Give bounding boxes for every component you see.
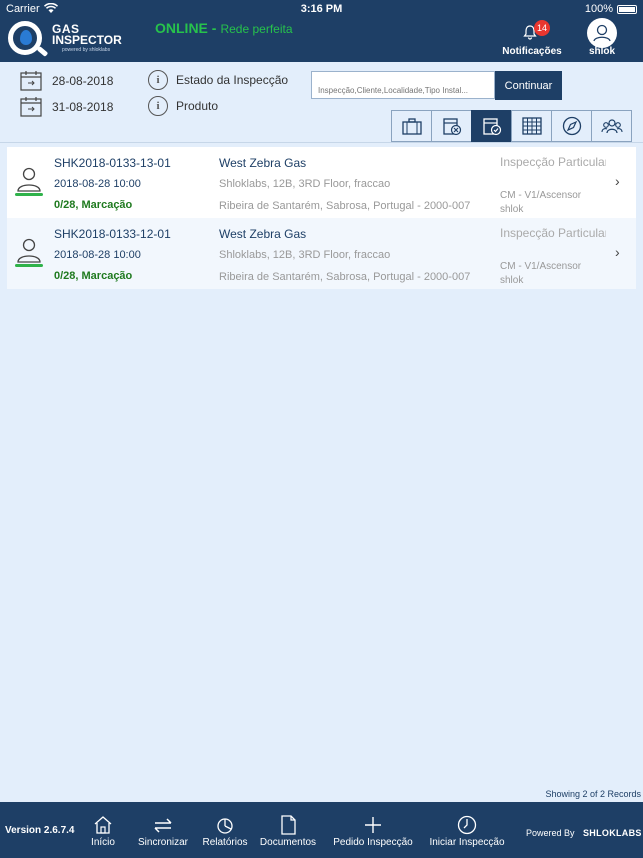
bottom-toolbar: Version 2.6.7.4 Início Sincronizar Relat… (0, 802, 643, 858)
battery-icon (617, 5, 637, 14)
nav-documents-label: Documentos (259, 837, 317, 848)
user-icon (17, 167, 41, 192)
view-mode-toolbar (391, 110, 639, 142)
nav-home-label: Início (91, 837, 115, 848)
equipment-model: CM - V1/Ascensor (500, 190, 582, 201)
owner-name: shlok (500, 204, 524, 215)
inspection-datetime: 2018-08-28 10:00 (54, 178, 141, 190)
owner-name: shlok (500, 275, 524, 286)
notification-count-badge: 14 (534, 20, 550, 36)
user-name: shlok (588, 46, 616, 57)
flame-icon (20, 30, 32, 45)
brand-name: SHLOKLABS (583, 828, 642, 838)
product-label: Produto (176, 99, 219, 113)
chevron-right-icon: › (615, 173, 620, 189)
inspection-code: SHK2018-0133-12-01 (54, 227, 171, 241)
client-name: West Zebra Gas (219, 156, 307, 170)
scheduled-view-button[interactable] (471, 110, 512, 142)
inspection-state-label: Estado da Inspecção (176, 73, 289, 87)
grid-icon (521, 117, 542, 135)
inspection-code: SHK2018-0133-13-01 (54, 156, 171, 170)
continue-button[interactable]: Continuar (495, 71, 562, 100)
inspection-status: 0/28, Marcação (54, 199, 133, 211)
nav-start-inspection-button[interactable]: Iniciar Inspecção (424, 802, 510, 858)
filter-panel: 28-08-2018 31-08-2018 i Estado da Inspec… (0, 62, 643, 142)
address-line-2: Ribeira de Santarém, Sabrosa, Portugal -… (219, 271, 471, 283)
client-name: West Zebra Gas (219, 227, 307, 241)
nav-reports-label: Relatórios (202, 837, 248, 848)
user-profile-button[interactable]: shlok (584, 18, 620, 60)
logo-text-inspector: INSPECTOR (52, 33, 122, 47)
status-indicator-bar (15, 264, 43, 267)
clock: 3:16 PM (300, 3, 343, 15)
plus-icon (365, 817, 381, 833)
avatar (587, 18, 617, 48)
inspection-type: Inspecção Particular (500, 155, 606, 169)
search-input[interactable] (311, 71, 495, 99)
user-icon (17, 238, 41, 263)
calendar-check-icon (482, 118, 501, 136)
status-bar: Carrier 3:16 PM 100% (0, 0, 643, 18)
chevron-right-icon: › (615, 244, 620, 260)
filter-divider (0, 142, 643, 143)
nav-start-inspection-label: Iniciar Inspecção (429, 837, 505, 848)
pie-chart-icon (217, 818, 233, 834)
online-label: ONLINE - (155, 20, 217, 36)
inspection-datetime: 2018-08-28 10:00 (54, 249, 141, 261)
calendar-icon (20, 97, 42, 117)
status-indicator-bar (15, 193, 43, 196)
sync-icon (154, 818, 172, 833)
address-line-2: Ribeira de Santarém, Sabrosa, Portugal -… (219, 200, 471, 212)
equipment-model: CM - V1/Ascensor (500, 261, 582, 272)
network-quality: Rede perfeita (220, 22, 293, 36)
nav-sync-label: Sincronizar (137, 837, 189, 848)
cancelled-view-button[interactable] (431, 110, 472, 142)
address-line-1: Shloklabs, 12B, 3RD Floor, fraccao (219, 249, 391, 261)
logo-tagline: powered by shloklabs (62, 47, 111, 53)
app-header: Carrier 3:16 PM 100% GAS INSPECTOR power… (0, 0, 643, 62)
briefcase-icon (401, 118, 422, 135)
notifications-label: Notificações (502, 46, 562, 57)
date-from-value: 28-08-2018 (52, 74, 114, 88)
notifications-button[interactable]: 14 Notificações (500, 18, 564, 60)
logo-magnifier-handle (36, 46, 49, 57)
connection-status: ONLINE - Rede perfeita (155, 20, 293, 36)
info-icon: i (148, 96, 168, 116)
records-count: Showing 2 of 2 Records (545, 789, 641, 799)
group-icon (600, 119, 623, 134)
date-to-value: 31-08-2018 (52, 100, 114, 114)
inspection-status: 0/28, Marcação (54, 270, 133, 282)
calendar-icon (20, 71, 42, 91)
briefcase-view-button[interactable] (391, 110, 432, 142)
app-version: Version 2.6.7.4 (5, 825, 75, 836)
document-icon (281, 815, 296, 835)
table-row[interactable]: SHK2018-0133-12-01 2018-08-28 10:00 0/28… (7, 218, 636, 289)
nav-request-inspection-label: Pedido Inspecção (333, 837, 413, 848)
address-line-1: Shloklabs, 12B, 3RD Floor, fraccao (219, 178, 391, 190)
battery-percent: 100% (584, 3, 613, 15)
inspector-avatar (15, 165, 43, 197)
info-icon: i (148, 70, 168, 90)
calendar-cancel-icon (442, 118, 461, 136)
clock-icon (457, 815, 477, 835)
nav-request-inspection-button[interactable]: Pedido Inspecção (330, 802, 416, 858)
nav-documents-button[interactable]: Documentos (256, 802, 320, 858)
table-row[interactable]: SHK2018-0133-13-01 2018-08-28 10:00 0/28… (7, 147, 636, 218)
inspection-list: SHK2018-0133-13-01 2018-08-28 10:00 0/28… (7, 147, 636, 289)
map-view-button[interactable] (551, 110, 592, 142)
user-icon (593, 24, 611, 42)
nav-home-button[interactable]: Início (80, 802, 126, 858)
grid-view-button[interactable] (511, 110, 552, 142)
group-view-button[interactable] (591, 110, 632, 142)
inspection-type: Inspecção Particular (500, 226, 606, 240)
inspector-avatar (15, 236, 43, 268)
nav-sync-button[interactable]: Sincronizar (134, 802, 192, 858)
nav-reports-button[interactable]: Relatórios (198, 802, 252, 858)
powered-by-label: Powered By (526, 828, 575, 838)
compass-icon (562, 116, 581, 136)
gas-inspector-logo: GAS INSPECTOR powered by shloklabs (6, 19, 122, 61)
home-icon (94, 816, 112, 834)
